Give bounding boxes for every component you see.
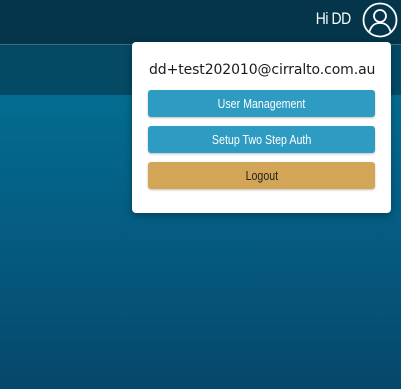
logout-button[interactable]: Logout	[148, 162, 375, 189]
user-circle-icon	[362, 2, 398, 38]
setup-two-step-auth-label: Setup Two Step Auth	[211, 132, 312, 147]
user-greeting: Hi DD	[315, 9, 352, 28]
user-management-button[interactable]: User Management	[148, 90, 375, 117]
user-avatar-button[interactable]	[362, 2, 398, 38]
top-navigation-bar: Hi DD	[0, 0, 401, 45]
setup-two-step-auth-button[interactable]: Setup Two Step Auth	[148, 126, 375, 153]
user-management-label: User Management	[217, 96, 306, 111]
logout-label: Logout	[245, 168, 278, 183]
user-email: dd+test202010@cirralto.com.au	[149, 62, 376, 78]
user-dropdown-menu: dd+test202010@cirralto.com.au User Manag…	[132, 42, 391, 213]
